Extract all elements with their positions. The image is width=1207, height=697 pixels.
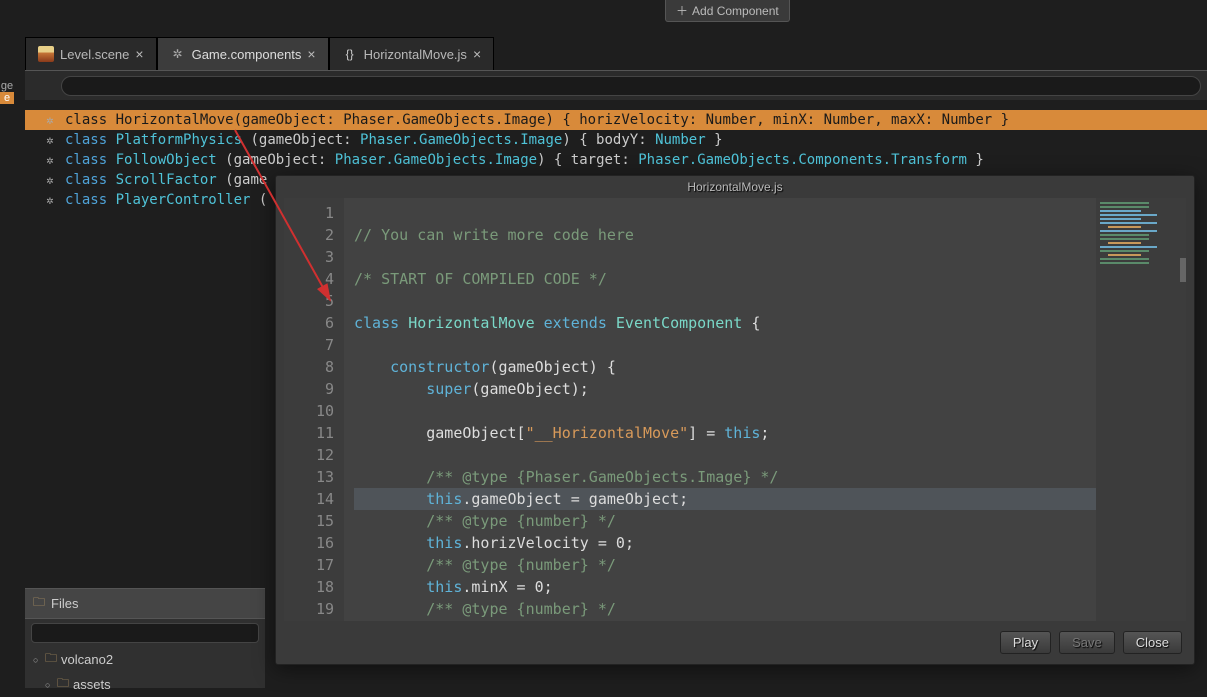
gear-icon: ✲ xyxy=(43,110,57,130)
outline-item[interactable]: ✲class FollowObject (gameObject: Phaser.… xyxy=(25,150,1207,170)
outline-item[interactable]: ✲class HorizontalMove(gameObject: Phaser… xyxy=(25,110,1207,130)
tree-item[interactable]: ○🗀assets xyxy=(25,672,265,697)
tab-label: HorizontalMove.js xyxy=(364,47,467,62)
outline-item[interactable]: ✲class PlatformPhysics (gameObject: Phas… xyxy=(25,130,1207,150)
toolbar-strip xyxy=(25,70,1207,100)
add-component-label: Add Component xyxy=(692,4,779,18)
preview-footer: Play Save Close xyxy=(276,621,1194,664)
gear-icon: ✲ xyxy=(43,150,57,170)
code-preview-panel: HorizontalMove.js 1234567891011121314151… xyxy=(275,175,1195,665)
tab-bar: Level.scene × ✲ Game.components × {} Hor… xyxy=(25,30,494,70)
tab-label: Game.components xyxy=(192,47,302,62)
js-file-icon: {} xyxy=(342,46,358,62)
gear-icon: ✲ xyxy=(43,170,57,190)
folder-icon: 🗀 xyxy=(45,649,57,670)
plus-icon: ＋ xyxy=(676,2,688,19)
files-panel: 🗀 Files ○🗀volcano2○🗀assets xyxy=(25,588,265,688)
code-text[interactable]: // You can write more code here /* START… xyxy=(344,198,1096,621)
file-tree: ○🗀volcano2○🗀assets xyxy=(25,647,265,697)
gear-icon: ✲ xyxy=(43,130,57,150)
code-area[interactable]: 12345678910111213141516171819 // You can… xyxy=(284,198,1186,621)
tree-item[interactable]: ○🗀volcano2 xyxy=(25,647,265,672)
tab-horizontal-move-js[interactable]: {} HorizontalMove.js × xyxy=(329,37,495,70)
close-icon[interactable]: × xyxy=(473,46,481,62)
close-icon[interactable]: × xyxy=(307,46,315,62)
files-search-input[interactable] xyxy=(31,623,259,643)
play-button[interactable]: Play xyxy=(1000,631,1051,654)
files-header[interactable]: 🗀 Files xyxy=(25,589,265,619)
chevron-icon[interactable]: ○ xyxy=(45,680,53,690)
gear-icon: ✲ xyxy=(170,46,186,62)
close-icon[interactable]: × xyxy=(135,46,143,62)
folder-icon: 🗀 xyxy=(57,674,69,695)
tab-level-scene[interactable]: Level.scene × xyxy=(25,37,157,70)
outline-search-input[interactable] xyxy=(61,76,1201,96)
tab-game-components[interactable]: ✲ Game.components × xyxy=(157,37,329,70)
gear-icon: ✲ xyxy=(43,190,57,210)
folder-icon: 🗀 xyxy=(33,593,45,614)
scene-icon xyxy=(38,46,54,62)
line-gutter: 12345678910111213141516171819 xyxy=(284,198,344,621)
preview-title: HorizontalMove.js xyxy=(276,176,1194,198)
left-strip: ge e xyxy=(0,80,14,120)
code-minimap[interactable] xyxy=(1096,198,1186,621)
files-title: Files xyxy=(51,596,78,611)
close-button[interactable]: Close xyxy=(1123,631,1182,654)
save-button[interactable]: Save xyxy=(1059,631,1115,654)
tab-label: Level.scene xyxy=(60,47,129,62)
chevron-icon[interactable]: ○ xyxy=(33,655,41,665)
add-component-button[interactable]: ＋ Add Component xyxy=(665,0,790,22)
